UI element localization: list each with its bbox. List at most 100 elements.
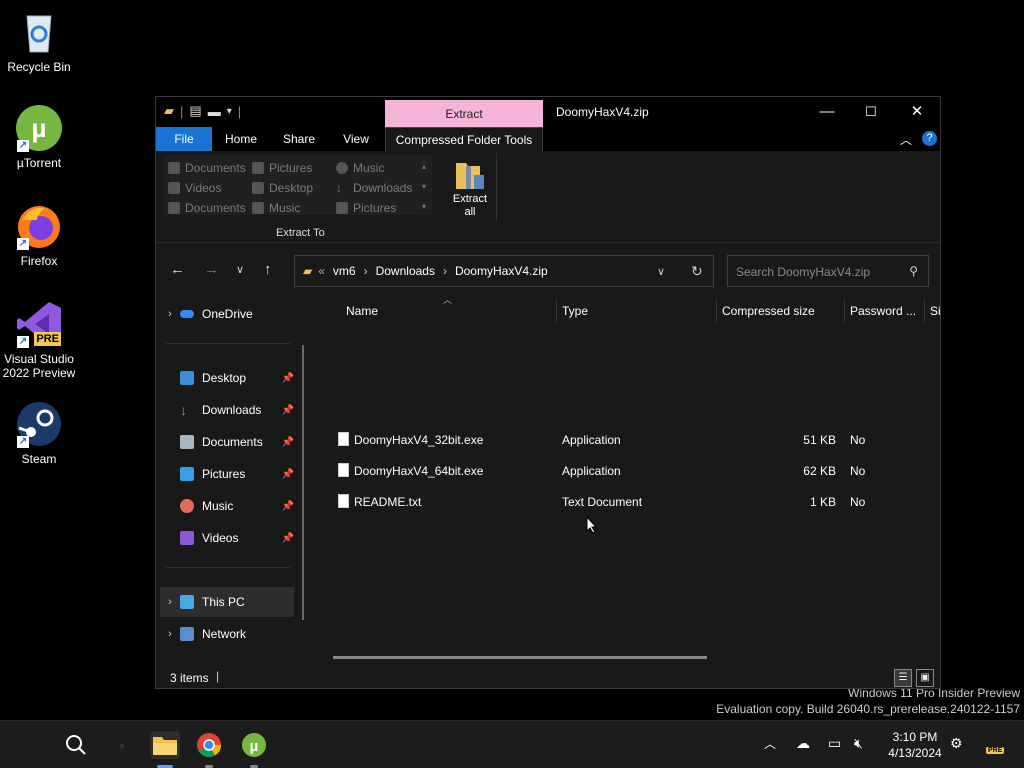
nav-network[interactable]: › Network [160, 619, 294, 649]
tab-home[interactable]: Home [218, 127, 264, 151]
location-documents[interactable]: Documents [168, 161, 246, 175]
ribbon-divider [496, 153, 497, 221]
back-button[interactable]: ← [170, 261, 185, 278]
maximize-button[interactable]: ☐ [848, 97, 894, 127]
search-input[interactable]: Search DoomyHaxV4.zip ⚲ [727, 255, 929, 287]
file-explorer-taskbar-icon[interactable] [150, 731, 180, 759]
nav-videos[interactable]: Videos 📌 [160, 523, 294, 553]
column-compressed-size[interactable]: Compressed size [722, 297, 815, 325]
column-type[interactable]: Type [562, 297, 588, 325]
chrome-taskbar-icon[interactable] [195, 731, 223, 759]
steam-icon: ↗ [15, 400, 63, 448]
location-documents-2[interactable]: Documents [168, 201, 246, 215]
file-row-32bit[interactable]: DoomyHaxV4_32bit.exe Application 51 KB N… [332, 425, 942, 455]
nav-label: Desktop [202, 371, 247, 385]
customize-dropdown-icon[interactable]: ▾ [227, 106, 232, 117]
large-icons-view-icon[interactable]: ▣ [916, 669, 934, 687]
location-music-2[interactable]: Music [252, 201, 300, 215]
cloud-icon [180, 310, 194, 318]
column-size[interactable]: Si [930, 297, 941, 325]
desktop-icon-firefox[interactable]: ↗ Firefox [0, 202, 78, 268]
nav-onedrive[interactable]: › OneDrive [160, 299, 294, 329]
horizontal-scrollbar[interactable] [333, 656, 707, 659]
file-row-64bit[interactable]: DoomyHaxV4_64bit.exe Application 62 KB N… [332, 456, 942, 486]
file-row-readme[interactable]: README.txt Text Document 1 KB No [332, 487, 942, 517]
onedrive-offline-icon[interactable]: ☁ [796, 735, 810, 752]
help-icon[interactable]: ? [922, 131, 937, 146]
window-title: DoomyHaxV4.zip [556, 105, 649, 119]
chevron-right-icon[interactable]: › [160, 596, 180, 608]
address-dropdown-icon[interactable]: ∨ [657, 265, 665, 278]
nav-downloads[interactable]: ↓ Downloads 📌 [160, 395, 294, 425]
extract-all-button[interactable]: Extract all [448, 157, 492, 219]
nav-scrollbar[interactable] [302, 345, 304, 620]
volume-muted-icon[interactable]: 🔇︎ [854, 735, 863, 752]
file-list: ︿ Name Type Compressed size Password ...… [316, 295, 942, 667]
details-view-icon[interactable]: ☰ [894, 669, 912, 687]
breadcrumb-downloads[interactable]: Downloads [376, 264, 435, 278]
location-desktop[interactable]: Desktop [252, 181, 313, 195]
file-name: DoomyHaxV4_32bit.exe [354, 433, 484, 447]
task-view-icon[interactable]: ▪ [108, 731, 136, 759]
tab-file[interactable]: File [156, 127, 212, 151]
breadcrumb-vm6[interactable]: vm6 [333, 264, 356, 278]
nav-label: Videos [202, 531, 239, 545]
desktop-icon-utorrent[interactable]: µ ↗ µTorrent [0, 104, 78, 170]
close-button[interactable]: ✕ [894, 97, 940, 127]
file-icon [338, 432, 349, 446]
nav-documents[interactable]: Documents 📌 [160, 427, 294, 457]
desktop-icon-visual-studio[interactable]: PRE ↗ Visual Studio 2022 Preview [0, 300, 78, 380]
nav-desktop[interactable]: Desktop 📌 [160, 363, 294, 393]
tab-view[interactable]: View [334, 127, 378, 151]
pin-icon: 📌 [281, 436, 294, 448]
forward-button[interactable]: → [204, 261, 219, 278]
desktop-icon-recycle-bin[interactable]: Recycle Bin [0, 8, 78, 74]
address-bar[interactable]: ▰ « vm6 › Downloads › DoomyHaxV4.zip ∨ ↻ [294, 255, 714, 287]
breadcrumb-zip[interactable]: DoomyHaxV4.zip [455, 264, 548, 278]
nav-this-pc[interactable]: › This PC [160, 587, 294, 617]
nav-music[interactable]: Music 📌 [160, 491, 294, 521]
svg-text:µ: µ [250, 738, 259, 755]
videos-icon [180, 531, 194, 545]
quick-access-toolbar: ▰ | ▤ ▬ ▾ | [164, 103, 242, 119]
location-videos[interactable]: Videos [168, 181, 221, 195]
network-display-icon[interactable]: ▭ [828, 735, 841, 752]
file-size: 1 KB [809, 495, 836, 509]
explorer-window: ▰ | ▤ ▬ ▾ | Extract DoomyHaxV4.zip — ☐ ✕… [155, 96, 941, 689]
ribbon-group-label: Extract To [276, 227, 325, 239]
shortcut-arrow-icon: ↗ [17, 238, 29, 250]
location-downloads[interactable]: ↓ Downloads [336, 181, 412, 195]
show-hidden-icons-chevron-icon[interactable]: ︿ [764, 735, 776, 752]
chevron-right-icon[interactable]: › [160, 628, 180, 640]
minimize-button[interactable]: — [804, 97, 850, 127]
file-size: 62 KB [803, 464, 836, 478]
nav-label: Network [202, 627, 247, 641]
location-music[interactable]: Music [336, 161, 384, 175]
chevron-right-icon[interactable]: › [160, 308, 180, 320]
tab-compressed-folder-tools[interactable]: Compressed Folder Tools [385, 127, 543, 151]
up-button[interactable]: ↑ [264, 261, 272, 278]
collapse-ribbon-icon[interactable]: ︿ [900, 131, 912, 148]
pin-icon: 📌 [281, 532, 294, 544]
gallery-scroll-icon[interactable]: ▴ ▾ ▾ [422, 157, 426, 217]
refresh-icon[interactable]: ↻ [691, 263, 703, 280]
navigation-pane: › OneDrive Desktop 📌 ↓ Downloads 📌 Docum… [156, 297, 314, 667]
nav-pictures[interactable]: Pictures 📌 [160, 459, 294, 489]
column-name[interactable]: Name [346, 297, 378, 325]
utorrent-taskbar-icon[interactable]: µ [240, 731, 268, 759]
column-password[interactable]: Password ... [850, 297, 916, 325]
notification-icon[interactable]: ⚙ [950, 735, 963, 752]
recent-locations-button[interactable]: ∨ [236, 263, 244, 276]
properties-icon[interactable]: ▤ [189, 103, 201, 119]
download-icon: ↓ [180, 402, 187, 418]
location-pictures[interactable]: Pictures [252, 161, 312, 175]
search-icon[interactable] [62, 731, 90, 759]
new-folder-icon[interactable]: ▬ [208, 104, 221, 119]
tab-share[interactable]: Share [276, 127, 322, 151]
address-overflow[interactable]: « [318, 264, 325, 278]
shortcut-arrow-icon: ↗ [17, 336, 29, 348]
location-pictures-2[interactable]: Pictures [336, 201, 396, 215]
title-bar[interactable]: ▰ | ▤ ▬ ▾ | Extract DoomyHaxV4.zip — ☐ ✕ [156, 97, 940, 129]
clock[interactable]: 3:10 PM 4/13/2024 [880, 729, 950, 761]
desktop-icon-steam[interactable]: ↗ Steam [0, 400, 78, 466]
